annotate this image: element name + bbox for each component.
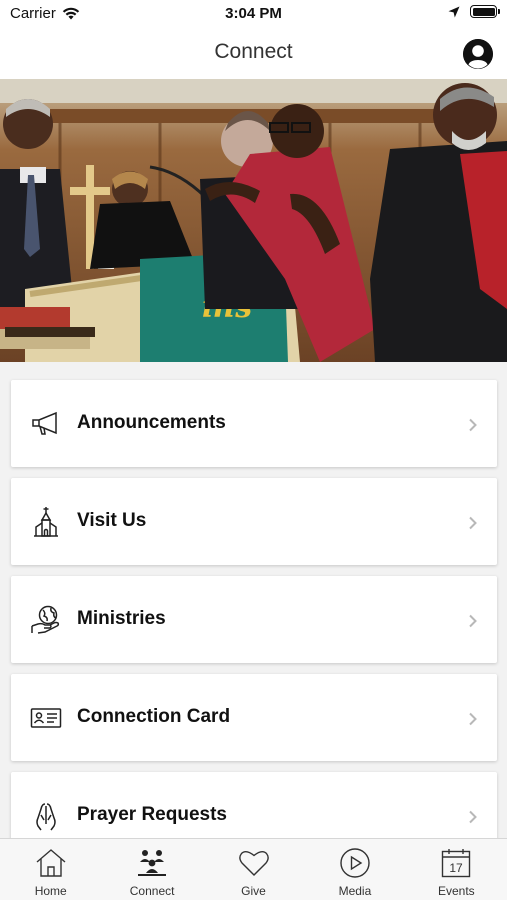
tab-label: Home	[34, 884, 67, 898]
menu-item-ministries[interactable]: Ministries	[11, 576, 497, 663]
people-icon	[138, 850, 167, 876]
menu-item-label: Connection Card	[77, 706, 231, 727]
hero-image: ihs	[0, 79, 507, 362]
hero-illustration: ihs	[0, 79, 507, 362]
tab-connect[interactable]: Connect	[101, 839, 202, 900]
tab-give[interactable]: Give	[203, 839, 304, 900]
tab-label: Media	[338, 884, 372, 898]
chevron-right-icon	[469, 712, 477, 726]
play-icon	[340, 848, 370, 878]
nav-bar: Connect	[0, 28, 507, 79]
tab-bar: Home Connect Give Media 17 Events	[0, 838, 507, 900]
heart-icon	[238, 850, 269, 876]
connect-menu: Announcements Visit Us Ministries Connec…	[11, 380, 497, 870]
menu-item-announcements[interactable]: Announcements	[11, 380, 497, 467]
location-arrow-icon	[448, 6, 460, 17]
profile-button[interactable]	[463, 39, 493, 69]
home-icon	[36, 849, 66, 877]
battery-icon	[470, 5, 500, 18]
status-bar: Carrier 3:04 PM	[0, 0, 507, 28]
calendar-icon: 17	[442, 849, 471, 878]
status-right	[448, 5, 500, 18]
menu-item-label: Announcements	[77, 412, 226, 433]
menu-item-label: Prayer Requests	[77, 804, 227, 825]
praying-hands-icon	[36, 803, 56, 831]
church-icon	[34, 507, 58, 537]
chevron-right-icon	[469, 418, 477, 432]
menu-item-label: Ministries	[77, 608, 166, 629]
page-title: Connect	[214, 40, 293, 63]
menu-item-visit-us[interactable]: Visit Us	[11, 478, 497, 565]
id-card-icon	[30, 708, 62, 728]
tab-home[interactable]: Home	[0, 839, 101, 900]
tab-label: Connect	[129, 884, 175, 898]
chevron-right-icon	[469, 614, 477, 628]
megaphone-icon	[32, 411, 57, 435]
tab-label: Events	[437, 884, 475, 898]
chevron-right-icon	[469, 516, 477, 530]
tab-events[interactable]: 17 Events	[406, 839, 507, 900]
menu-item-label: Visit Us	[77, 510, 147, 531]
chevron-right-icon	[469, 810, 477, 824]
user-avatar-icon	[463, 39, 493, 69]
tab-label: Give	[241, 884, 266, 898]
tab-media[interactable]: Media	[304, 839, 405, 900]
calendar-day: 17	[450, 861, 464, 875]
clock: 3:04 PM	[225, 5, 282, 22]
menu-item-connection-card[interactable]: Connection Card	[11, 674, 497, 761]
globe-hand-icon	[31, 605, 60, 634]
